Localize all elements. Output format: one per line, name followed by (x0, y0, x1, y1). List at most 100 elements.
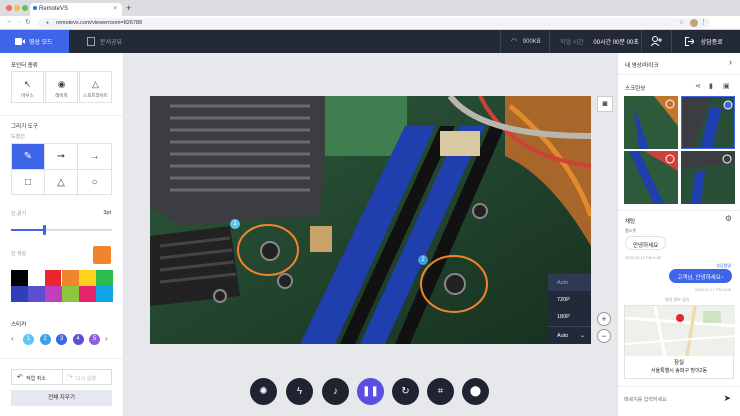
color-swatch[interactable] (28, 286, 45, 302)
freehand-tool[interactable]: ✎ (12, 144, 45, 170)
redo-button[interactable]: ↷ 다시 실행 (63, 369, 112, 385)
side-panel: 내 영상/마이크 › 스크린샷 ⋖ ▮ ▣ 채팅 ⚙ 웹소켓 안녕하세요 202… (617, 53, 740, 416)
thickness-label: 선 굵기 (11, 211, 27, 217)
thickness-slider[interactable] (11, 225, 112, 235)
thickness-slider-handle[interactable] (43, 225, 47, 235)
quality-option-180p[interactable]: 180P (548, 308, 591, 325)
pointer-tool-label: 스포트라이트 (83, 93, 108, 98)
arrow-tool[interactable]: ➞ (45, 144, 78, 170)
plus-icon: + (601, 314, 607, 324)
shape-grid: ✎ ➞ → □ △ ○ (11, 143, 112, 196)
microphone-button[interactable]: ♪ (322, 378, 349, 405)
color-swatch[interactable] (45, 270, 62, 286)
quality-option-720p[interactable]: 720P (548, 291, 591, 308)
new-tab-button[interactable]: + (126, 3, 131, 13)
agent-name: 웹소켓 (625, 228, 637, 233)
sticker-next-icon[interactable]: › (105, 334, 108, 343)
maximize-window-icon[interactable] (22, 5, 28, 11)
color-swatch[interactable] (62, 286, 79, 302)
zoom-in-button[interactable]: + (597, 312, 611, 326)
sticker-item[interactable]: 5 (89, 334, 100, 345)
close-window-icon[interactable] (6, 5, 12, 11)
screenshot-thumbnail[interactable] (624, 151, 678, 204)
triangle-tool[interactable]: △ (45, 170, 78, 196)
location-address: 서울특별시 송파구 방이2동 (650, 368, 708, 374)
chevron-right-icon[interactable]: › (729, 57, 732, 67)
quality-option-auto[interactable]: Auto (548, 274, 591, 291)
circle-tool[interactable]: ○ (78, 170, 111, 196)
browser-tab[interactable]: RemoteVS × (30, 3, 122, 16)
spotlight-icon: △ (92, 79, 99, 89)
color-swatch[interactable] (96, 286, 113, 302)
back-button[interactable]: ← (6, 18, 13, 25)
tab-document-share[interactable]: 문서공유 (78, 30, 122, 53)
color-swatch[interactable] (11, 286, 28, 302)
sticker-item[interactable]: 3 (56, 334, 67, 345)
rectangle-tool[interactable]: □ (12, 170, 45, 196)
freehand-icon: ✎ (23, 151, 33, 162)
capture-screenshot-button[interactable]: ◙ (597, 96, 613, 112)
screenshot-thumbnail[interactable] (681, 151, 735, 204)
zoom-out-button[interactable]: − (597, 329, 611, 343)
fit-screen-button[interactable]: ⌗ (427, 378, 454, 405)
screenshot-thumbnail-selected[interactable] (681, 96, 735, 149)
sticker-marker[interactable]: 1 (230, 219, 240, 229)
favicon-icon (33, 6, 37, 10)
share-icon[interactable]: ⋖ (695, 82, 701, 90)
save-icon[interactable]: ▣ (723, 82, 730, 90)
sticker-prev-icon[interactable]: ‹ (11, 334, 14, 343)
color-swatch[interactable] (79, 286, 96, 302)
browser-menu-icon[interactable]: ⋮ (700, 18, 707, 26)
trash-icon[interactable]: ▮ (709, 82, 713, 90)
rotate-button[interactable]: ↻ (392, 378, 419, 405)
bookmark-star-icon[interactable]: ☆ (679, 19, 684, 26)
pointer-tool-mouse[interactable]: ↖ 마우스 (11, 71, 44, 103)
url-text: remotevs.com/viewerroom=826788 (56, 20, 143, 26)
triangle-icon: △ (57, 177, 65, 188)
circle-icon: ○ (91, 177, 98, 188)
profile-avatar[interactable] (690, 19, 698, 27)
clear-all-button[interactable]: 전체 지우기 (11, 390, 112, 406)
divider (618, 74, 740, 75)
sticker-marker[interactable]: 2 (418, 255, 428, 265)
quality-select[interactable]: Auto ⌄ (548, 326, 591, 344)
color-swatch[interactable] (96, 270, 113, 286)
gear-icon[interactable]: ⚙ (725, 214, 732, 223)
sticker-item[interactable]: 4 (72, 334, 84, 345)
divider (0, 115, 124, 116)
thin-arrow-tool[interactable]: → (78, 144, 111, 170)
pause-button[interactable]: ❚❚ (357, 378, 384, 405)
color-swatch[interactable] (45, 286, 62, 302)
shared-video-feed[interactable]: 1 2 Auto 720P 180P Auto ⌄ (150, 96, 591, 344)
forward-button[interactable]: → (15, 18, 22, 25)
color-swatch[interactable] (11, 270, 28, 286)
reload-button[interactable]: ↻ (25, 18, 31, 26)
color-swatch[interactable] (61, 269, 80, 287)
thin-arrow-icon: → (89, 151, 100, 162)
chat-message-input[interactable] (624, 393, 719, 407)
end-session-button[interactable]: 상담종료 (671, 30, 740, 53)
document-icon (87, 37, 95, 46)
aperture-button[interactable]: ✺ (250, 378, 277, 405)
pointer-tool-laser[interactable]: ◉ 레이저 (45, 71, 78, 103)
pointer-tool-spotlight[interactable]: △ 스포트라이트 (79, 71, 112, 103)
flash-off-button[interactable]: ϟ (286, 378, 313, 405)
sticker-item[interactable]: 1 (23, 334, 34, 345)
add-participant-button[interactable] (641, 30, 671, 53)
color-swatch[interactable] (28, 270, 45, 286)
screenshot-thumbnail[interactable] (624, 96, 678, 149)
color-swatch[interactable] (79, 270, 96, 286)
minimize-window-icon[interactable] (14, 5, 20, 11)
undo-button[interactable]: ↶ 작업 취소 (11, 369, 63, 385)
sticker-item[interactable]: 2 (39, 334, 51, 345)
send-icon[interactable]: ➤ (723, 393, 731, 404)
tab-video-mode[interactable]: 영상 모드 (0, 30, 69, 53)
location-card[interactable]: 잠실 서울특별시 송파구 방이2동 (624, 305, 736, 379)
wifi-icon: ◠ (511, 38, 518, 45)
tab-close-icon[interactable]: × (113, 6, 117, 12)
address-bar[interactable]: ● remotevs.com/viewerroom=826788 ☆ ⋮ (38, 18, 710, 28)
sticker-section-title: 스티커 (11, 322, 27, 328)
elapsed-label: 작업 시간 (560, 40, 584, 46)
location-button[interactable]: ⬤ (462, 378, 489, 405)
add-user-icon (650, 36, 662, 47)
